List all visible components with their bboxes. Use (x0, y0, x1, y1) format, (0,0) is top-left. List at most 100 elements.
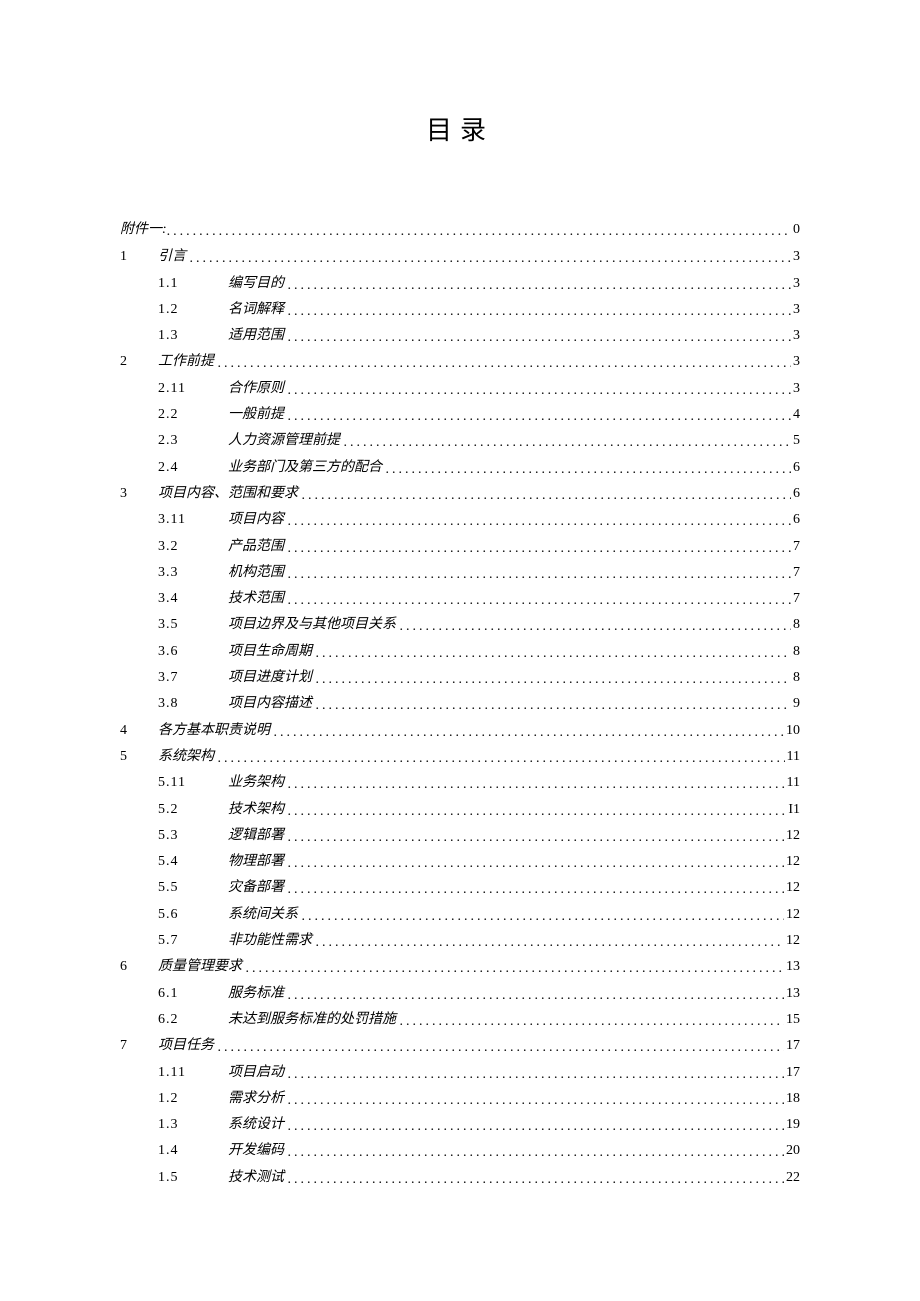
toc-label: 物理部署 (228, 849, 284, 875)
toc-sub-number: 1.11 (158, 1060, 228, 1086)
toc-sub-number: 1.3 (158, 1112, 228, 1138)
toc-entry: 3.2产品范围 7 (120, 534, 800, 560)
toc-entry: 1.2需求分析 18 (120, 1086, 800, 1112)
toc-label: 项目边界及与其他项目关系 (228, 612, 396, 638)
toc-leader-dots (288, 536, 792, 562)
toc-sub-number: 1.2 (158, 297, 228, 323)
toc-page-number: 17 (784, 1060, 800, 1086)
toc-page-number: 8 (791, 665, 800, 691)
toc-page-number: 8 (791, 639, 800, 665)
toc-label: 灾备部署 (228, 875, 284, 901)
toc-entry: 5.3逻辑部署 12 (120, 823, 800, 849)
toc-sub-number: 3.7 (158, 665, 228, 691)
toc-label: 名词解释 (228, 297, 284, 323)
toc-entry: 附件一: 0 (120, 217, 800, 243)
toc-leader-dots (288, 1140, 785, 1166)
toc-page-number: 7 (791, 534, 800, 560)
toc-entry: 6.2未达到服务标准的处罚措施 15 (120, 1007, 800, 1033)
toc-sub-number: 5.5 (158, 875, 228, 901)
toc-entry: 7项目任务 17 (120, 1033, 800, 1059)
toc-sub-number: 5.3 (158, 823, 228, 849)
toc-page-number: 11 (785, 744, 800, 770)
toc-page-number: 6 (791, 507, 800, 533)
toc-leader-dots (274, 720, 785, 746)
toc-sub-number: 3.3 (158, 560, 228, 586)
toc-entry: 5系统架构 11 (120, 744, 800, 770)
toc-sub-number: 3.4 (158, 586, 228, 612)
toc-page-number: 3 (791, 244, 800, 270)
toc-leader-dots (288, 1114, 785, 1140)
toc-sub-number: 1.2 (158, 1086, 228, 1112)
table-of-contents: 附件一: 01引言 31.1编写目的 31.2名词解释 31.3适用范围 32工… (120, 217, 800, 1191)
toc-sub-number: 5.7 (158, 928, 228, 954)
toc-entry: 3.8项目内容描述 9 (120, 691, 800, 717)
toc-leader-dots (288, 404, 792, 430)
toc-page-number: 9 (791, 691, 800, 717)
toc-entry: 1.4开发编码 20 (120, 1138, 800, 1164)
toc-entry: 6.1服务标准 13 (120, 981, 800, 1007)
toc-entry: 1.3系统设计 19 (120, 1112, 800, 1138)
toc-label: 逻辑部署 (228, 823, 284, 849)
toc-entry: 5.4物理部署 12 (120, 849, 800, 875)
toc-entry: 1引言 3 (120, 244, 800, 270)
toc-label: 系统间关系 (228, 902, 298, 928)
toc-sub-number: 5.11 (158, 770, 228, 796)
toc-page-number: 12 (784, 928, 800, 954)
toc-label: 机构范围 (228, 560, 284, 586)
toc-leader-dots (344, 430, 792, 456)
toc-label: 未达到服务标准的处罚措施 (228, 1007, 396, 1033)
toc-sub-number: 2.2 (158, 402, 228, 428)
toc-page-number: 18 (784, 1086, 800, 1112)
toc-leader-dots (190, 246, 792, 272)
toc-page-number: 12 (784, 849, 800, 875)
toc-entry: 1.11项目启动 17 (120, 1060, 800, 1086)
toc-label: 项目生命周期 (228, 639, 312, 665)
toc-page-number: 7 (791, 586, 800, 612)
toc-sub-number: 3.6 (158, 639, 228, 665)
toc-label: 业务架构 (228, 770, 284, 796)
toc-page-number: 13 (784, 981, 800, 1007)
toc-label: 引言 (158, 244, 186, 270)
toc-sub-number: 3.8 (158, 691, 228, 717)
toc-label: 系统设计 (228, 1112, 284, 1138)
toc-entry: 5.5灾备部署 12 (120, 875, 800, 901)
toc-leader-dots (288, 509, 792, 535)
toc-leader-dots (288, 799, 787, 825)
toc-sub-number: 5.6 (158, 902, 228, 928)
toc-page-number: 20 (784, 1138, 800, 1164)
toc-page-number: 0 (791, 217, 800, 243)
toc-leader-dots (218, 1035, 785, 1061)
toc-label: 需求分析 (228, 1086, 284, 1112)
toc-sub-number: 1.4 (158, 1138, 228, 1164)
toc-leader-dots (288, 1088, 785, 1114)
toc-chapter-number: 4 (120, 718, 158, 744)
toc-leader-dots (386, 457, 792, 483)
toc-leader-dots (218, 351, 792, 377)
toc-sub-number: 1.5 (158, 1165, 228, 1191)
toc-label: 人力资源管理前提 (228, 428, 340, 454)
toc-page-number: 10 (784, 718, 800, 744)
toc-page-number: 5 (791, 428, 800, 454)
toc-sub-number: 1.3 (158, 323, 228, 349)
toc-entry: 6质量管理要求 13 (120, 954, 800, 980)
toc-leader-dots (288, 273, 792, 299)
toc-entry: 1.1编写目的 3 (120, 271, 800, 297)
toc-leader-dots (316, 641, 792, 667)
toc-label: 附件一: (120, 217, 167, 243)
toc-entry: 3.5项目边界及与其他项目关系 8 (120, 612, 800, 638)
toc-sub-number: 6.2 (158, 1007, 228, 1033)
toc-entry: 1.2名词解释 3 (120, 297, 800, 323)
toc-entry: 3项目内容、范围和要求 6 (120, 481, 800, 507)
toc-page-number: 19 (784, 1112, 800, 1138)
toc-page-number: 17 (784, 1033, 800, 1059)
toc-label: 项目内容、范围和要求 (158, 481, 298, 507)
toc-leader-dots (288, 825, 785, 851)
toc-entry: 5.6系统间关系 12 (120, 902, 800, 928)
toc-leader-dots (400, 1009, 785, 1035)
toc-sub-number: 3.5 (158, 612, 228, 638)
toc-label: 合作原则 (228, 376, 284, 402)
toc-label: 技术架构 (228, 797, 284, 823)
toc-leader-dots (316, 693, 792, 719)
toc-page-number: 3 (791, 323, 800, 349)
toc-entry: 5.7非功能性需求 12 (120, 928, 800, 954)
